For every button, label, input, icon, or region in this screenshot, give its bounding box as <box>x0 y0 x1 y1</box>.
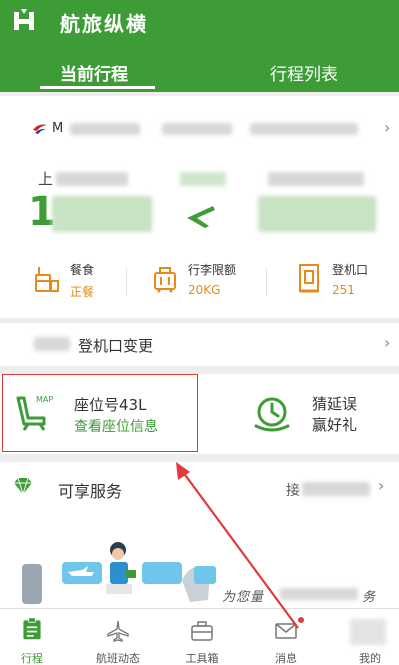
services-more-link[interactable]: 接 <box>286 480 300 500</box>
gate-icon <box>299 264 319 293</box>
tab-current-itinerary[interactable]: 当前行程 <box>60 60 128 85</box>
nav-item-profile[interactable]: 我的 <box>330 609 399 665</box>
meal-info: 餐食 正餐 <box>34 261 134 301</box>
flight-card[interactable]: M › 上 1 餐食 正餐 行李限额 20KG 登机口 251 <box>0 96 399 318</box>
bottom-nav: 行程 航班动态 工具箱 消息 我的 <box>0 608 399 665</box>
gate-value: 251 <box>332 283 355 297</box>
redacted-arrival-time <box>258 196 376 232</box>
services-caption: 为您量 <box>222 590 265 605</box>
delay-promo-button[interactable]: 猜延误 赢好礼 <box>200 374 399 454</box>
redacted-prefix <box>34 337 70 351</box>
meal-icon <box>35 267 59 292</box>
gate-change-label: 登机口变更 <box>78 337 154 355</box>
redacted-departure-time <box>52 196 152 232</box>
delay-clock-icon <box>254 397 290 432</box>
redacted-caption <box>280 588 358 600</box>
redacted-status <box>180 172 226 186</box>
services-title: 可享服务 <box>58 482 123 501</box>
toolbox-icon <box>191 621 213 641</box>
airline-logo-icon <box>33 124 47 134</box>
services-section: 可享服务 接 › 为您量 务 <box>0 462 399 610</box>
luggage-info: 行李限额 20KG <box>152 261 262 301</box>
promo-line1: 猜延误 <box>312 395 358 413</box>
nav-label-flight-status: 航班动态 <box>96 652 140 665</box>
unread-badge <box>298 617 304 623</box>
nav-item-itinerary[interactable]: 行程 <box>0 609 80 665</box>
gate-change-row[interactable]: 登机口变更 › <box>0 322 399 366</box>
nav-label-profile: 我的 <box>359 652 381 665</box>
redacted-airline <box>70 123 140 135</box>
cabin-illustration <box>22 542 216 604</box>
nav-item-messages[interactable]: 消息 <box>246 609 326 665</box>
tab-itinerary-list[interactable]: 行程列表 <box>270 60 338 85</box>
meal-value: 正餐 <box>70 285 95 299</box>
nav-label-toolbox: 工具箱 <box>185 652 219 665</box>
meal-label: 餐食 <box>70 263 95 277</box>
luggage-value: 20KG <box>188 283 221 297</box>
app-header: 航旅纵横 当前行程 行程列表 <box>0 0 399 92</box>
nav-item-flight-status[interactable]: 航班动态 <box>78 609 158 665</box>
airline-name: M <box>52 121 64 136</box>
divider <box>126 268 127 296</box>
chevron-right-icon: › <box>384 333 391 352</box>
redacted-origin <box>56 172 128 186</box>
redacted-destination <box>268 172 364 186</box>
airline-row[interactable]: M <box>32 120 362 138</box>
itinerary-icon <box>23 617 41 640</box>
flight-status-icon <box>107 620 129 642</box>
nav-label-itinerary: 行程 <box>21 652 43 665</box>
services-caption-end: 务 <box>362 590 377 605</box>
luggage-label: 行李限额 <box>188 263 237 277</box>
chevron-right-icon: › <box>384 118 391 137</box>
message-icon <box>275 623 297 639</box>
redacted-date <box>250 123 358 135</box>
redacted-services-link <box>302 482 370 496</box>
promo-line2: 赢好礼 <box>312 416 358 434</box>
app-title: 航旅纵横 <box>60 12 148 36</box>
chevron-right-icon: › <box>378 476 385 495</box>
nav-label-messages: 消息 <box>275 652 297 665</box>
annotation-highlight-box <box>2 374 198 452</box>
gate-info: 登机口 251 <box>296 261 386 301</box>
divider <box>266 268 267 296</box>
app-logo-icon <box>14 9 34 30</box>
redacted-profile-icon <box>350 619 386 645</box>
diamond-icon <box>14 477 32 495</box>
active-tab-indicator <box>40 86 155 89</box>
gate-label: 登机口 <box>332 263 369 277</box>
origin-city: 上 <box>38 170 54 188</box>
nav-item-toolbox[interactable]: 工具箱 <box>162 609 242 665</box>
redacted-flight-number <box>162 123 232 135</box>
luggage-icon <box>154 267 176 293</box>
plane-icon <box>187 206 215 228</box>
